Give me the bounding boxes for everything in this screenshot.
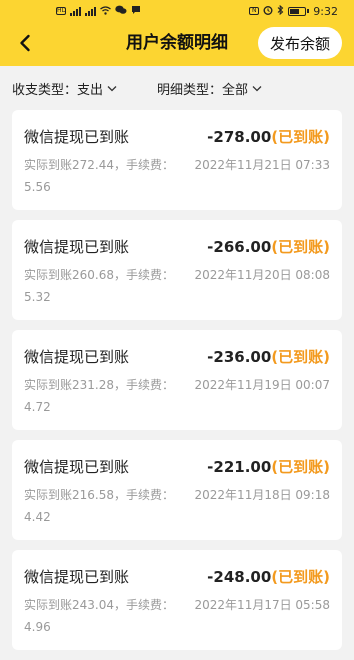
- status-bar: HD N 9:32: [0, 0, 354, 22]
- record-title: 微信提现已到账: [24, 567, 130, 586]
- record-amount: -278.00(已到账): [207, 126, 330, 147]
- chevron-left-icon: [20, 34, 30, 52]
- nfc-icon: N: [249, 7, 260, 15]
- record-amount: -236.00(已到账): [207, 346, 330, 367]
- record-note: 实际到账231.28，手续费：4.72: [24, 378, 174, 414]
- signal-icon: [70, 6, 81, 16]
- filter-label: 明细类型：: [157, 82, 223, 98]
- message-icon: [131, 5, 141, 18]
- publish-balance-button[interactable]: 发布余额: [258, 27, 342, 59]
- record-card[interactable]: 微信提现已到账 -236.00(已到账) 实际到账231.28，手续费：4.72…: [12, 330, 342, 430]
- income-expense-filter[interactable]: 收支类型： 支出: [12, 79, 117, 98]
- record-amount: -248.00(已到账): [207, 566, 330, 587]
- amount-value: -236.00: [207, 347, 272, 366]
- record-note: 实际到账272.44，手续费：5.56: [24, 158, 174, 194]
- status-time: 9:32: [313, 4, 338, 18]
- status-label: (已到账): [271, 457, 330, 476]
- record-card[interactable]: 微信提现已到账 -248.00(已到账) 实际到账243.04，手续费：4.96…: [12, 550, 342, 650]
- record-amount: -266.00(已到账): [207, 236, 330, 257]
- status-label: (已到账): [271, 127, 330, 146]
- amount-value: -248.00: [207, 567, 272, 586]
- status-label: (已到账): [271, 567, 330, 586]
- amount-value: -266.00: [207, 237, 272, 256]
- record-title: 微信提现已到账: [24, 457, 130, 476]
- record-time: 2022年11月19日 00:07: [194, 378, 330, 392]
- record-card[interactable]: 微信提现已到账 -221.00(已到账) 实际到账216.58，手续费：4.42…: [12, 440, 342, 540]
- record-note: 实际到账260.68，手续费：5.32: [24, 268, 174, 304]
- detail-type-filter[interactable]: 明细类型： 全部: [157, 79, 262, 98]
- record-title: 微信提现已到账: [24, 127, 130, 146]
- record-card[interactable]: 微信提现已到账 -278.00(已到账) 实际到账272.44，手续费：5.56…: [12, 110, 342, 210]
- amount-value: -221.00: [207, 457, 272, 476]
- record-title: 微信提现已到账: [24, 237, 130, 256]
- nav-bar: 用户余额明细 发布余额: [0, 22, 354, 66]
- signal-icon-2: [85, 6, 96, 16]
- filter-label: 收支类型：: [12, 82, 78, 98]
- filter-value: 全部: [222, 82, 249, 98]
- chevron-down-icon: [107, 85, 117, 92]
- status-label: (已到账): [271, 347, 330, 366]
- hd-icon: HD: [56, 7, 67, 15]
- wifi-icon: [100, 5, 111, 18]
- wechat-icon: [115, 5, 127, 18]
- battery-icon: [288, 6, 310, 16]
- record-note: 实际到账216.58，手续费：4.42: [24, 488, 174, 524]
- filter-bar: 收支类型： 支出 明细类型： 全部: [0, 66, 354, 110]
- record-amount: -221.00(已到账): [207, 456, 330, 477]
- status-indicators-left: HD: [56, 5, 141, 18]
- record-list: 微信提现已到账 -278.00(已到账) 实际到账272.44，手续费：5.56…: [0, 110, 354, 650]
- record-card[interactable]: 微信提现已到账 -266.00(已到账) 实际到账260.68，手续费：5.32…: [12, 220, 342, 320]
- record-time: 2022年11月18日 09:18: [194, 488, 330, 502]
- record-title: 微信提现已到账: [24, 347, 130, 366]
- chevron-down-icon: [252, 85, 262, 92]
- alarm-icon: [263, 5, 273, 18]
- record-note: 实际到账243.04，手续费：4.96: [24, 598, 174, 634]
- record-time: 2022年11月17日 05:58: [194, 598, 330, 612]
- status-indicators-right: N 9:32: [249, 4, 338, 18]
- status-label: (已到账): [271, 237, 330, 256]
- record-time: 2022年11月20日 08:08: [194, 268, 330, 282]
- amount-value: -278.00: [207, 127, 272, 146]
- record-time: 2022年11月21日 07:33: [194, 158, 330, 172]
- back-button[interactable]: [12, 30, 38, 56]
- bluetooth-icon: [277, 4, 284, 18]
- filter-value: 支出: [77, 82, 104, 98]
- app-header: HD N 9:32 用户余额明细 发布余额: [0, 0, 354, 66]
